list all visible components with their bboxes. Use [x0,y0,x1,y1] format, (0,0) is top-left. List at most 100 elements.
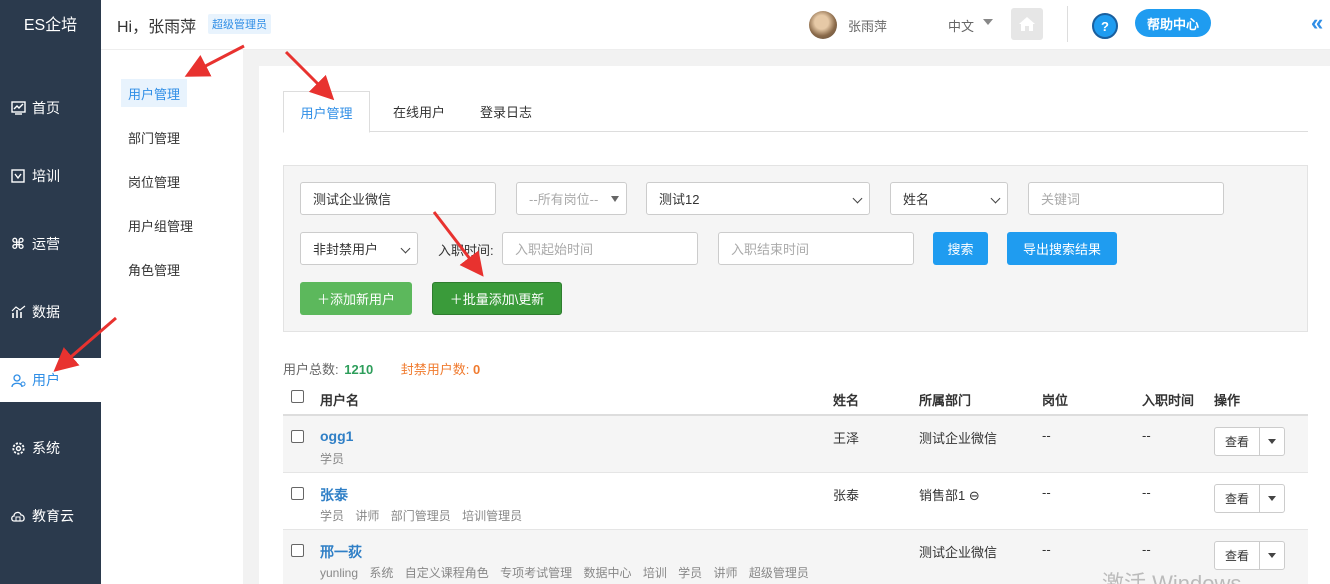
select-caret-icon [611,196,619,202]
view-button[interactable]: 查看 [1215,485,1260,512]
total-users-label: 用户总数: [283,362,339,377]
add-user-button[interactable]: ＋添加新用户 [300,282,412,315]
col-actions: 操作 [1214,393,1241,408]
nav-label-home: 首页 [32,100,60,116]
role-tag: 专项考试管理 [500,566,573,580]
chevron-down-icon [400,243,411,254]
status-select[interactable]: 非封禁用户 [300,232,418,265]
hire-end-input[interactable]: 入职结束时间 [718,232,914,265]
role-tag: 学员 [320,509,345,523]
row-checkbox[interactable] [291,430,304,443]
nav-item-edu-cloud[interactable]: 教育云 [0,494,101,538]
view-dropdown-toggle[interactable] [1260,542,1284,569]
tab-login-log[interactable]: 登录日志 [466,91,546,132]
hire-date-label: 入职时间: [438,243,494,258]
col-hire-date: 入职时间 [1142,393,1195,408]
language-select[interactable]: 中文 [948,16,974,35]
username-link[interactable]: ogg1 [320,428,353,444]
search-button[interactable]: 搜索 [933,232,988,265]
batch-add-button[interactable]: ＋批量添加\更新 [432,282,562,315]
gear-icon [10,440,26,456]
role-tag: yunling [320,566,359,580]
view-button-group: 查看 [1214,484,1285,513]
username-link[interactable]: 邢一荻 [320,542,362,562]
view-button-group: 查看 [1214,427,1285,456]
view-button[interactable]: 查看 [1215,542,1260,569]
subnav-post-manage[interactable]: 岗位管理 [121,167,187,195]
chart-icon [10,304,26,320]
hire-start-input[interactable]: 入职起始时间 [502,232,698,265]
nav-label-operation: 运营 [32,236,60,252]
view-button[interactable]: 查看 [1215,428,1260,455]
col-post: 岗位 [1042,393,1069,408]
filter-panel: 测试企业微信 --所有岗位-- 测试12 姓名 关键词 非封禁用户 入职时间: … [283,165,1308,332]
hire-value: -- [1142,485,1151,500]
nav-item-home[interactable]: 首页 [0,86,101,130]
post-select[interactable]: --所有岗位-- [516,182,627,215]
caret-down-icon [1268,439,1276,444]
table-row: 张泰 学员 讲师 部门管理员 培训管理员 张泰 销售部1 ⊖ -- -- 查看 [283,473,1308,530]
collapse-double-chevron-icon[interactable]: « [1311,10,1323,36]
table-header: 用户名 姓名 所属部门 岗位 入职时间 操作 [283,380,1308,416]
dept-select-value: 测试12 [659,192,700,207]
role-tag: 培训 [642,566,667,580]
subnav-group-manage[interactable]: 用户组管理 [121,211,200,239]
tab-user-manage[interactable]: 用户管理 [283,91,370,133]
subnav-role-manage[interactable]: 角色管理 [121,255,187,283]
caret-down-icon [1268,553,1276,558]
subnav-dept-manage[interactable]: 部门管理 [121,123,187,151]
command-icon: ⌘ [11,236,25,253]
export-button[interactable]: 导出搜索结果 [1007,232,1117,265]
nav-label-system: 系统 [32,440,60,456]
banned-users-value: 0 [473,362,481,377]
caret-down-icon[interactable] [983,19,993,25]
total-users-value: 1210 [344,362,374,377]
user-name[interactable]: 张雨萍 [848,16,887,35]
brand-logo[interactable]: ES企培 [0,0,101,46]
top-header: Hi，张雨萍 超级管理员 张雨萍 中文 ? 帮助中心 « [101,0,1330,50]
greeting-text: Hi，张雨萍 [117,19,197,36]
role-tags: 学员 [320,450,352,467]
view-dropdown-toggle[interactable] [1260,485,1284,512]
dept-select[interactable]: 测试12 [646,182,870,215]
username-link[interactable]: 张泰 [320,485,348,505]
nav-item-data[interactable]: 数据 [0,290,101,334]
windows-activation-watermark: 激活 Windows [1102,571,1242,584]
help-center-button[interactable]: 帮助中心 [1135,9,1212,37]
dept-name: 测试企业微信 [919,431,998,446]
row-checkbox[interactable] [291,544,304,557]
view-dropdown-toggle[interactable] [1260,428,1284,455]
role-tag: 系统 [369,566,394,580]
subnav-user-manage[interactable]: 用户管理 [121,79,188,107]
field-select[interactable]: 姓名 [890,182,1008,215]
keyword-input[interactable]: 关键词 [1028,182,1224,215]
select-all-checkbox[interactable] [291,390,304,403]
user-icon [10,372,26,388]
role-tag: 数据中心 [583,566,632,580]
home-button[interactable] [1011,8,1043,40]
nav-item-user[interactable]: 用户 [0,358,101,402]
post-value: -- [1042,542,1051,557]
nav-item-training[interactable]: 培训 [0,154,101,198]
banned-users-label: 封禁用户数: [400,362,470,377]
tab-online-users[interactable]: 在线用户 [379,91,459,132]
dashboard-icon [10,100,26,116]
tab-bar: 用户管理 在线用户 登录日志 [283,91,1308,133]
dept-name: 销售部1 ⊖ [919,488,980,503]
help-question-icon[interactable]: ? [1092,13,1118,39]
nav-item-operation[interactable]: ⌘ 运营 [0,222,101,266]
nav-label-data: 数据 [32,304,60,320]
row-checkbox[interactable] [291,487,304,500]
avatar[interactable] [809,11,837,39]
role-tag: 学员 [320,452,345,466]
role-tags: 学员 讲师 部门管理员 培训管理员 [320,507,530,524]
real-name: 王泽 [833,431,860,446]
post-value: -- [1042,485,1051,500]
nav-item-system[interactable]: 系统 [0,426,101,470]
nav-label-edu-cloud: 教育云 [32,508,74,524]
user-stats: 用户总数: 1210 封禁用户数: 0 [283,359,480,378]
org-input[interactable]: 测试企业微信 [300,182,496,215]
role-tag: 讲师 [713,566,738,580]
role-badge: 超级管理员 [208,14,271,34]
chevron-down-icon [852,193,863,204]
